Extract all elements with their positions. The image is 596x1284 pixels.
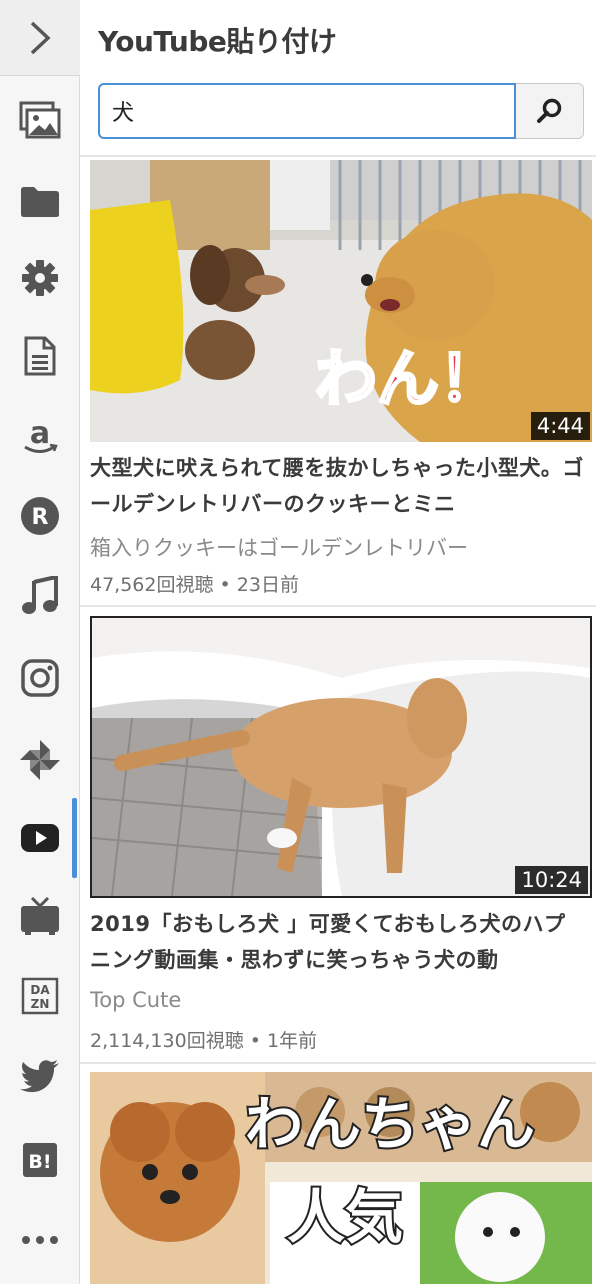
video-result[interactable]: わんちゃん 人気 [80,1070,596,1284]
pinwheel-icon [20,740,60,780]
sidebar-item-images[interactable] [0,90,80,150]
thumbnail-image [92,618,590,896]
sidebar-collapse-button[interactable] [0,0,80,76]
thumbnail-image: わんちゃん 人気 [90,1072,592,1284]
svg-text:ZN: ZN [31,997,50,1011]
sidebar-item-twitter[interactable] [0,1046,80,1106]
panel-title: YouTube貼り付け [98,25,337,58]
sidebar-item-document[interactable] [0,326,80,386]
video-duration: 4:44 [530,412,590,440]
video-thumbnail[interactable]: わんちゃん 人気 [90,1072,592,1284]
sidebar-item-youtube[interactable] [0,808,80,868]
amazon-icon: a [24,416,58,453]
divider [80,1062,596,1064]
video-title[interactable]: 大型犬に吠えられて腰を抜かしちゃった小型犬。ゴールデンレトリバーのクッキーとミニ [90,450,585,522]
svg-text:人気: 人気 [287,1183,403,1251]
youtube-panel: YouTube貼り付け 犬 わん！ 4:44 大型犬に吠えられて腰を抜かしちゃっ… [80,0,596,1284]
sidebar-item-hatena[interactable]: B! [0,1130,80,1190]
video-title[interactable]: 2019「おもしろ犬 」可愛くておもしろ犬のハプニング動画集・思わずに笑っちゃう… [90,906,585,978]
search-bar [98,83,584,139]
search-button[interactable] [516,83,584,139]
sidebar-item-tv[interactable] [0,886,80,946]
search-input[interactable] [98,83,516,139]
video-result[interactable]: わん！ 4:44 大型犬に吠えられて腰を抜かしちゃった小型犬。ゴールデンレトリバ… [80,158,596,606]
gear-icon [22,260,58,296]
video-channel: 箱入りクッキーはゴールデンレトリバー [90,536,468,560]
video-meta: 47,562回視聴 • 23日前 [90,574,299,596]
sidebar-item-settings[interactable] [0,248,80,308]
hatena-bookmark-icon: B! [23,1143,57,1177]
twitter-icon [20,1060,59,1093]
svg-text:R: R [32,505,49,530]
instagram-icon [21,659,59,697]
thumbnail-image: わん！ [90,160,592,442]
sidebar-item-instagram[interactable] [0,648,80,708]
sidebar-item-photos[interactable] [0,730,80,790]
youtube-icon [21,824,59,852]
tv-icon [21,896,59,935]
video-channel: Top Cute [90,988,182,1012]
sidebar-item-music[interactable] [0,566,80,626]
svg-text:わん！: わん！ [315,342,501,415]
svg-text:B!: B! [28,1151,51,1173]
svg-text:DA: DA [30,983,50,997]
video-result[interactable]: 10:24 2019「おもしろ犬 」可愛くておもしろ犬のハプニング動画集・思わず… [80,614,596,1062]
divider [80,605,596,607]
video-duration: 10:24 [515,866,588,894]
chevron-right-icon [30,21,51,54]
sidebar-active-indicator [72,798,77,878]
more-icon [22,1236,58,1244]
rakuten-icon: R [21,497,59,535]
search-icon [536,98,561,123]
video-meta: 2,114,130回視聴 • 1年前 [90,1030,318,1052]
sidebar-item-folder[interactable] [0,172,80,232]
music-note-icon [22,576,58,614]
svg-text:a: a [30,416,50,451]
video-thumbnail[interactable]: わん！ 4:44 [90,160,592,442]
dazn-icon: DA ZN [21,977,59,1015]
divider [80,155,596,157]
images-icon [19,101,61,139]
sidebar-item-amazon[interactable]: a [0,406,80,466]
sidebar: a R DA ZN B! [0,0,80,1284]
video-thumbnail[interactable]: 10:24 [90,616,592,898]
sidebar-item-more[interactable] [0,1210,80,1270]
document-icon [24,336,56,376]
folder-icon [21,187,59,217]
sidebar-item-rakuten[interactable]: R [0,486,80,546]
sidebar-item-dazn[interactable]: DA ZN [0,966,80,1026]
svg-text:わんちゃん: わんちゃん [245,1090,535,1158]
